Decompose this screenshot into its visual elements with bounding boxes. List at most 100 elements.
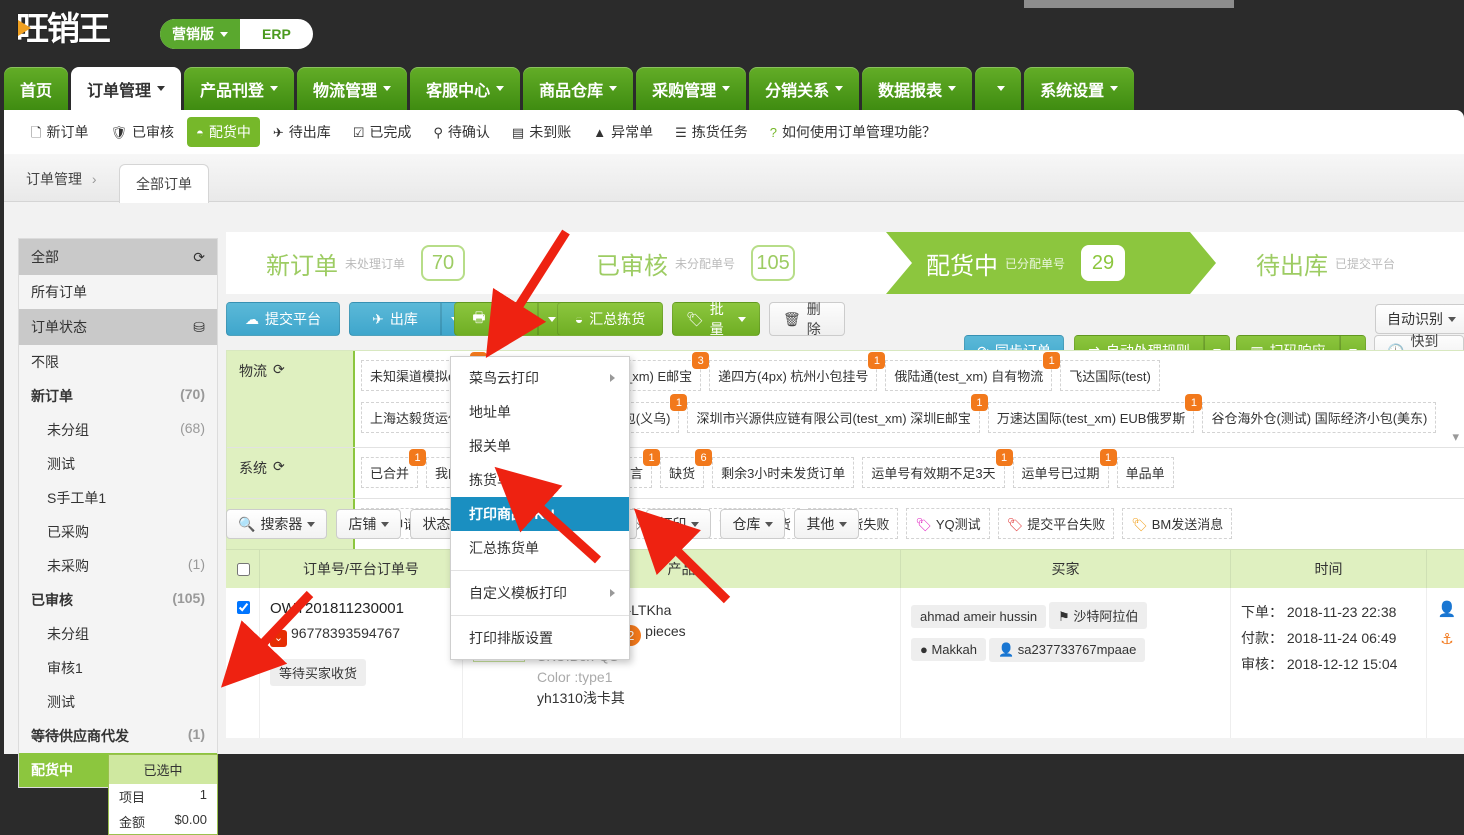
version-label: 营销版 [172, 26, 214, 42]
search-filter-1[interactable]: 店铺 [336, 509, 402, 539]
subnav-item-1[interactable]: 🛡 已审核 [101, 117, 183, 147]
subnav-item-8[interactable]: ☰ 拣货任务 [666, 117, 757, 147]
subnav-item-label: 拣货任务 [691, 124, 748, 140]
sidebar-item-1-4[interactable]: S手工单1 [19, 481, 217, 515]
search-filter-label: 打印 [658, 516, 687, 532]
sidebar-item-1-11[interactable]: 等待供应商代发 (1) [19, 719, 217, 753]
filter-tag-0-8[interactable]: 谷仓海外仓(测试) 国际经济小包(美东) [1202, 402, 1437, 433]
sidebar-item-1-7[interactable]: 已审核 (105) [19, 583, 217, 617]
sidebar-item-1-6[interactable]: 未采购 (1) [19, 549, 217, 583]
subnav-item-9[interactable]: ? 如何使用订单管理功能？ [761, 117, 945, 147]
column-header-3[interactable]: 买家 [901, 550, 1231, 588]
print-menu-item-0[interactable]: 菜鸟云打印 [451, 361, 629, 395]
nav-tab-6[interactable]: 采购管理 [636, 67, 747, 110]
print-menu-item-1[interactable]: 地址单 [451, 395, 629, 429]
print-menu-item-4[interactable]: 打印商品SKU [451, 497, 629, 531]
print-menu-item-7[interactable]: 打印排版设置 [451, 621, 629, 655]
print-menu-item-6[interactable]: 自定义模板打印 [451, 576, 629, 610]
subnav-item-2[interactable]: ◓ 配货中 [186, 117, 260, 147]
column-header-4[interactable]: 时间 [1231, 550, 1427, 588]
sidebar-item-1-10[interactable]: 测试 [19, 685, 217, 719]
subnav-item-0[interactable]: 🗋 新订单 [22, 117, 97, 147]
filter-tag-1-7[interactable]: 运单号已过期 1 [1012, 449, 1117, 488]
sidebar-item-1-8[interactable]: 未分组 [19, 617, 217, 651]
nav-tab-10[interactable]: 系统设置 [1024, 67, 1135, 110]
sidebar-item-1-5[interactable]: 已采购 [19, 515, 217, 549]
print-menu-item-2[interactable]: 报关单 [451, 429, 629, 463]
select-all-checkbox[interactable] [236, 562, 250, 576]
filter-tag-0-7[interactable]: 万速达国际(test_xm) EUB俄罗斯 1 [987, 394, 1203, 433]
filter-tag-1-4[interactable]: 缺货 6 [660, 449, 713, 488]
breadcrumb-parent[interactable]: 订单管理 [26, 171, 82, 187]
ribbon-step-0[interactable]: 新订单 未处理订单 70 [226, 232, 556, 294]
nav-tab-5[interactable]: 商品仓库 [523, 67, 634, 110]
version-marketing-button[interactable]: 营销版 [160, 19, 240, 49]
search-filter-5[interactable]: 打印 [646, 509, 712, 539]
refresh-icon[interactable]: ⟳ [273, 458, 285, 475]
toolbar-button-2[interactable]: 🖶 打印 [454, 302, 538, 336]
auto-recognize-button[interactable]: 自动识别 [1375, 304, 1464, 334]
toolbar-button-0[interactable]: ☁ 提交平台 [226, 302, 340, 336]
filter-tag-1-5[interactable]: 剩余3小时未发货订单 [712, 457, 855, 488]
filter-tag-0-2[interactable]: 递四方(4px) 杭州小包挂号 1 [709, 352, 886, 391]
filter-tag-1-8[interactable]: 单品单 [1116, 457, 1174, 488]
filter-tag-1-0[interactable]: 已合并 1 [361, 449, 427, 488]
column-header-5[interactable] [1427, 550, 1464, 588]
sidebar-item-1-2[interactable]: 未分组 (68) [19, 413, 217, 447]
toolbar-button-1[interactable]: ✈ 出库 [349, 302, 441, 336]
subnav-item-3[interactable]: ✈ 待出库 [264, 117, 340, 147]
ribbon-step-3[interactable]: 待出库 已提交平台 [1216, 232, 1464, 294]
ribbon-step-sub: 未分配单号 [675, 256, 736, 271]
nav-tab-1[interactable]: 订单管理 [71, 67, 182, 110]
nav-tab-4[interactable]: 客服中心 [410, 67, 521, 110]
platform-order-number[interactable]: 96778393594767 [291, 625, 400, 641]
action-toolbar: ☁ 提交平台 ✈ 出库 🖶 打印 ◒ 汇总拣货 🏷 批量 🗑 删除 自动识别 [226, 301, 1464, 340]
buyer-city: ● Makkah [911, 638, 986, 661]
refresh-icon[interactable]: ⟳ [273, 361, 285, 378]
search-filter-6[interactable]: 仓库 [720, 509, 786, 539]
refresh-icon[interactable]: ⟳ [193, 249, 205, 266]
sidebar-item-1-9[interactable]: 审核1 [19, 651, 217, 685]
search-filter-7[interactable]: 其他 [794, 509, 860, 539]
nav-tab-2[interactable]: 产品刊登 [184, 67, 295, 110]
selection-summary-tooltip: 已选中 项目 1 金额 $0.00 [108, 754, 218, 835]
nav-tab-9[interactable] [975, 67, 1022, 110]
sidebar-item-1-3[interactable]: 测试 [19, 447, 217, 481]
ribbon-step-1[interactable]: 已审核 未分配单号 105 [556, 232, 886, 294]
order-number[interactable]: OWT201811230001 [270, 600, 452, 617]
decorative-bar [1024, 0, 1234, 8]
filter-tag-0-6[interactable]: 深圳市兴源供应链有限公司(test_xm) 深圳E邮宝 1 [687, 394, 988, 433]
sidebar-item-1-0[interactable]: 不限 [19, 345, 217, 379]
filter-tag-0-4[interactable]: 飞达国际(test) [1060, 360, 1160, 391]
filter-tag-1-6[interactable]: 运单号有效期不足3天 1 [862, 449, 1013, 488]
subnav-item-6[interactable]: ▤ 未到账 [503, 117, 580, 147]
toolbar-button-5[interactable]: 🗑 删除 [769, 301, 845, 337]
print-menu-item-3[interactable]: 拣货单 [451, 463, 629, 497]
row-checkbox[interactable] [236, 601, 250, 614]
toolbar-button-3[interactable]: ◒ 汇总拣货 [557, 302, 663, 336]
nav-tab-8[interactable]: 数据报表 [862, 67, 973, 110]
sidebar-item-label: 新订单 [31, 388, 73, 404]
sidebar-item-1-1[interactable]: 新订单 (70) [19, 379, 217, 413]
shipping-info-icon[interactable]: ⚓ [1437, 630, 1457, 648]
sidebar-item-0-0[interactable]: 所有订单 [19, 275, 217, 309]
breadcrumb-tab-all-orders[interactable]: 全部订单 [119, 164, 209, 203]
filter-tag-0-3[interactable]: 俄陆通(test_xm) 自有物流 1 [885, 352, 1061, 391]
toolbar-button-4[interactable]: 🏷 批量 [672, 301, 760, 337]
ribbon-step-2[interactable]: 配货中 已分配单号 29 [886, 232, 1216, 294]
search-filter-0[interactable]: 🔍 搜索器 [226, 509, 328, 539]
print-menu-item-5[interactable]: 汇总拣货单 [451, 531, 629, 565]
tree-icon[interactable]: ⛁ [193, 319, 205, 336]
expand-filters-chevron-down-icon[interactable]: ▾ [1452, 429, 1459, 445]
version-erp-button[interactable]: ERP [240, 19, 313, 49]
nav-tab-3[interactable]: 物流管理 [297, 67, 408, 110]
subnav-item-4[interactable]: ☑ 已完成 [344, 117, 421, 147]
nav-tab-7[interactable]: 分销关系 [749, 67, 860, 110]
logo[interactable]: 旺销王 [16, 6, 146, 52]
subnav-item-7[interactable]: ▲ 异常单 [584, 117, 662, 147]
nav-tab-0[interactable]: 首页 [4, 67, 69, 110]
version-switcher[interactable]: 营销版 ERP [160, 19, 313, 49]
subnav-item-5[interactable]: ⚲ 待确认 [424, 117, 499, 147]
buyer-info-icon[interactable]: 👤 [1437, 600, 1457, 618]
column-header-1[interactable]: 订单号/平台订单号 [260, 550, 463, 588]
